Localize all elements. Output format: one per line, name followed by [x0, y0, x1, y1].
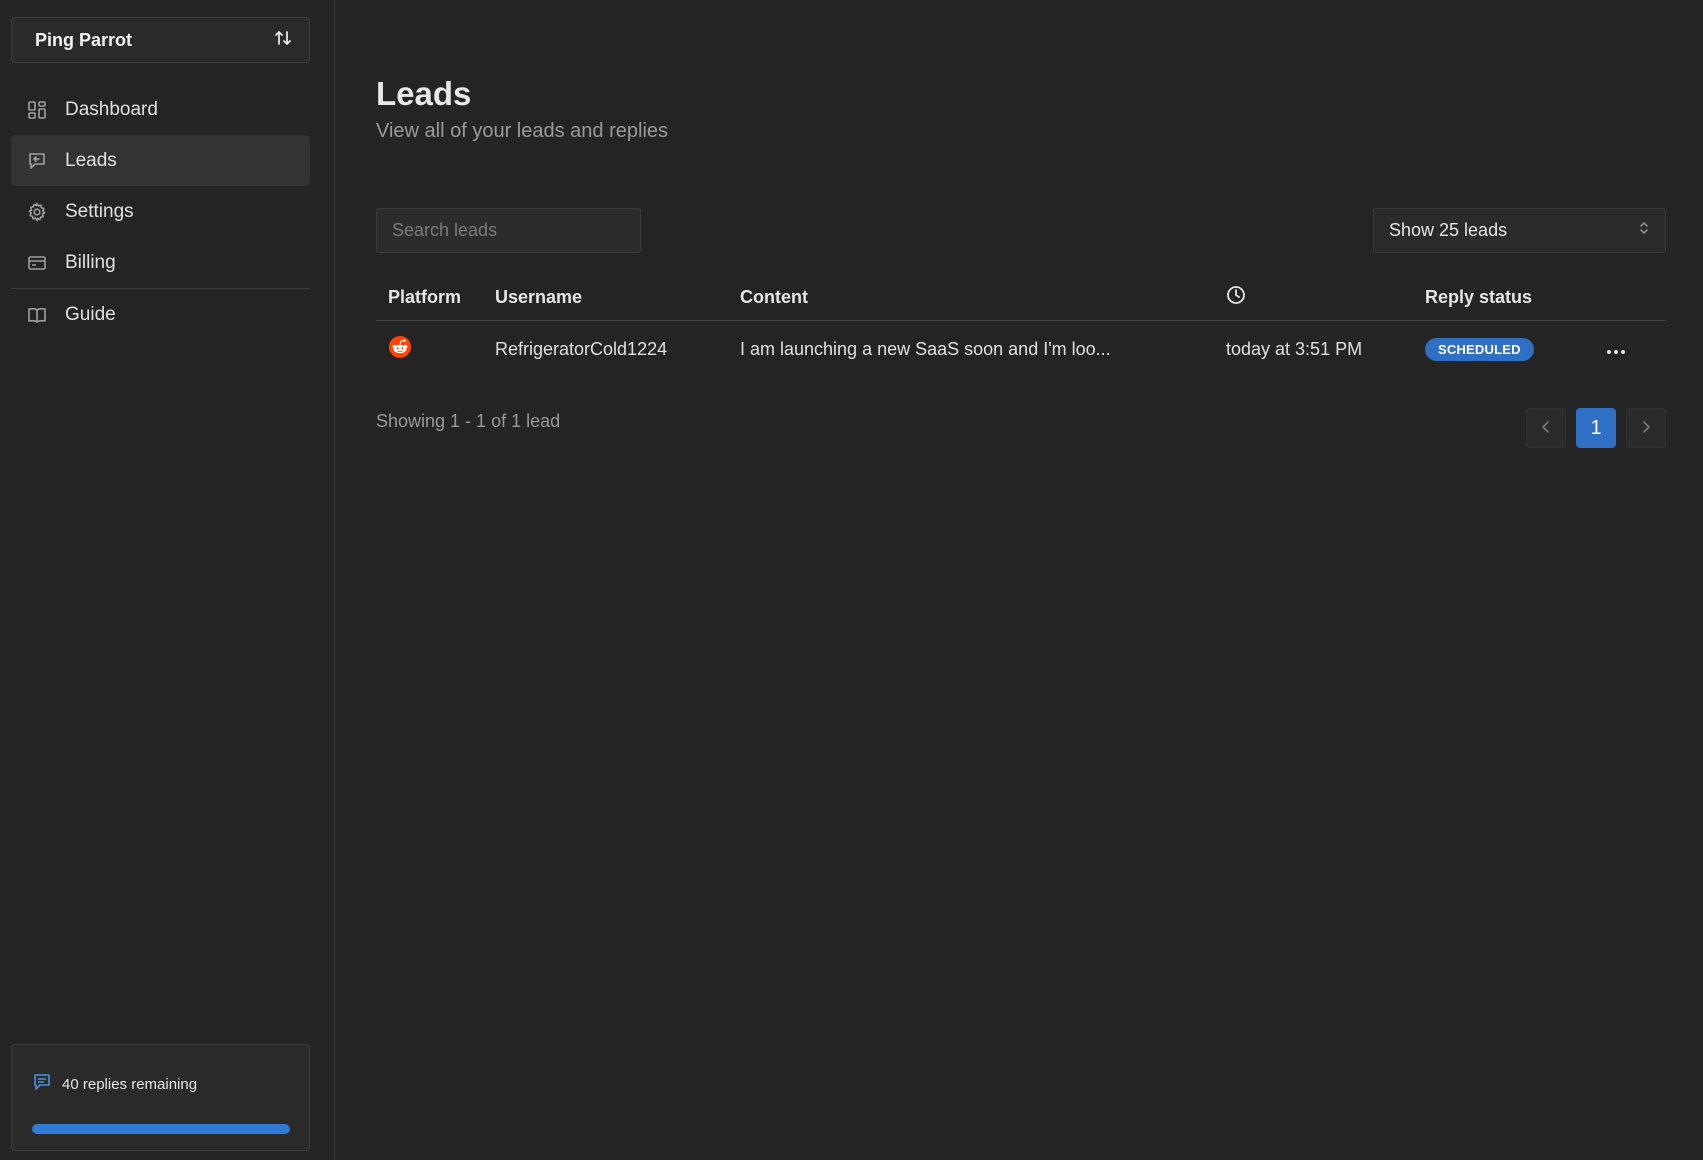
dashboard-icon — [26, 99, 48, 121]
more-options-icon[interactable] — [1605, 339, 1627, 359]
clock-icon — [1226, 286, 1246, 309]
reddit-icon — [388, 335, 412, 363]
page-button-1[interactable]: 1 — [1576, 408, 1616, 448]
chat-icon — [32, 1072, 52, 1097]
sidebar-item-label: Billing — [65, 251, 116, 273]
chevron-left-icon — [1540, 417, 1552, 440]
pagination: 1 — [1526, 408, 1666, 448]
platform-cell — [376, 335, 495, 364]
table-header: Platform Username Content Reply status — [376, 275, 1666, 321]
swap-vertical-icon — [273, 28, 293, 53]
page-title: Leads — [376, 75, 472, 112]
gear-icon — [26, 201, 48, 223]
chevron-right-icon — [1640, 417, 1652, 440]
sidebar-item-label: Leads — [65, 149, 117, 171]
sidebar-item-leads[interactable]: Leads — [11, 135, 310, 186]
message-icon — [26, 150, 48, 172]
username-cell: RefrigeratorCold1224 — [495, 338, 668, 359]
sidebar-nav: Dashboard Leads Settings Billing Guide — [11, 84, 310, 340]
page-size-select[interactable]: Show 25 leads — [1373, 208, 1666, 253]
sidebar-item-label: Settings — [65, 200, 134, 222]
replies-progress-fill — [32, 1124, 290, 1134]
status-cell: SCHEDULED — [1425, 337, 1605, 361]
page-subtitle: View all of your leads and replies — [376, 120, 669, 142]
search-input[interactable] — [376, 208, 641, 253]
replies-progress-bar — [32, 1124, 290, 1134]
content-cell: I am launching a new SaaS soon and I'm l… — [740, 338, 1111, 359]
credit-card-icon — [26, 252, 48, 274]
sidebar-item-label: Guide — [65, 303, 116, 325]
header-username[interactable]: Username — [495, 287, 740, 308]
sidebar-item-dashboard[interactable]: Dashboard — [11, 84, 310, 135]
table-row[interactable]: RefrigeratorCold1224 I am launching a ne… — [376, 321, 1666, 377]
workspace-name: Ping Parrot — [35, 29, 133, 50]
workspace-switcher[interactable]: Ping Parrot — [11, 17, 310, 63]
leads-table: Platform Username Content Reply status R… — [376, 275, 1666, 377]
header-reply-status[interactable]: Reply status — [1425, 287, 1605, 308]
sidebar-item-label: Dashboard — [65, 98, 158, 120]
status-badge: SCHEDULED — [1425, 337, 1534, 361]
prev-page-button[interactable] — [1526, 408, 1566, 448]
book-icon — [26, 304, 48, 326]
page-size-label: Show 25 leads — [1389, 220, 1508, 240]
sidebar-item-settings[interactable]: Settings — [11, 186, 310, 237]
next-page-button[interactable] — [1626, 408, 1666, 448]
row-actions — [1605, 339, 1666, 359]
results-count: Showing 1 - 1 of 1 lead — [376, 411, 561, 431]
header-time[interactable] — [1226, 285, 1425, 310]
sidebar-item-billing[interactable]: Billing — [11, 237, 310, 288]
sidebar-item-guide[interactable]: Guide — [11, 289, 310, 340]
header-content[interactable]: Content — [740, 287, 1226, 308]
replies-quota-card: 40 replies remaining — [11, 1044, 310, 1151]
chevron-up-down-icon — [1638, 220, 1650, 241]
header-platform[interactable]: Platform — [376, 287, 495, 308]
sidebar: Ping Parrot Dashboard Leads Settings Bil… — [0, 0, 335, 1160]
replies-remaining-text: 40 replies remaining — [62, 1076, 198, 1093]
time-cell: today at 3:51 PM — [1226, 338, 1363, 359]
